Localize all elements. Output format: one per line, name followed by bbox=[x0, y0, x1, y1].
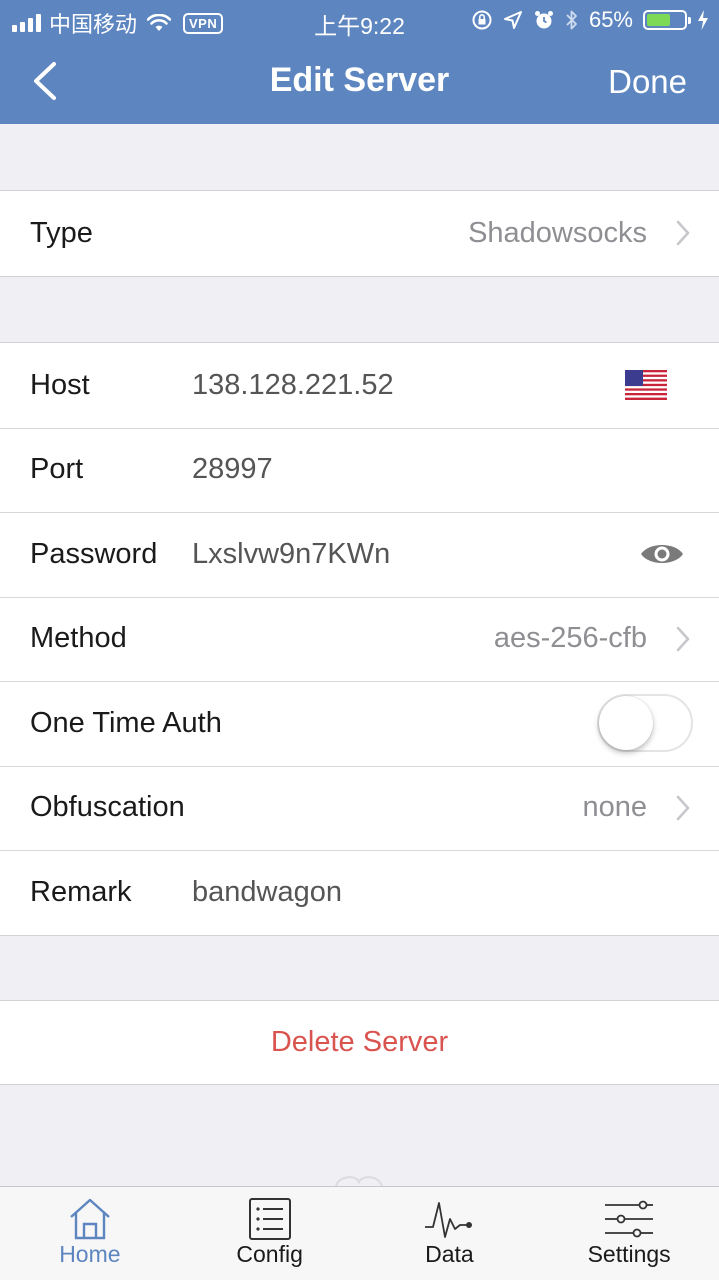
chevron-right-icon bbox=[676, 626, 690, 652]
port-label: Port bbox=[30, 453, 84, 486]
home-icon bbox=[70, 1198, 110, 1240]
us-flag-icon bbox=[625, 370, 667, 401]
chevron-right-icon bbox=[676, 220, 690, 246]
method-label: Method bbox=[30, 622, 127, 655]
rotation-lock-icon bbox=[472, 10, 492, 30]
done-button[interactable]: Done bbox=[608, 60, 687, 104]
eye-icon[interactable] bbox=[639, 539, 685, 569]
remark-label: Remark bbox=[30, 875, 132, 908]
remark-field[interactable]: bandwagon bbox=[192, 876, 342, 909]
alarm-icon bbox=[534, 11, 553, 29]
pulse-chart-icon bbox=[425, 1202, 473, 1238]
remark-row: Remark bandwagon bbox=[0, 850, 719, 935]
one-time-auth-toggle[interactable] bbox=[597, 694, 693, 753]
tab-label: Home bbox=[59, 1241, 121, 1267]
location-arrow-icon bbox=[503, 11, 522, 29]
password-field[interactable]: Lxslvw9n7KWn bbox=[192, 538, 390, 571]
one-time-auth-label: One Time Auth bbox=[30, 706, 222, 739]
tab-settings[interactable]: Settings bbox=[539, 1187, 719, 1280]
obfuscation-value: none bbox=[582, 791, 647, 824]
chevron-right-icon bbox=[676, 795, 690, 821]
host-row: Host 138.128.221.52 bbox=[0, 343, 719, 428]
port-row: Port 28997 bbox=[0, 427, 719, 513]
list-icon bbox=[248, 1198, 291, 1240]
sliders-icon bbox=[605, 1200, 654, 1238]
bluetooth-icon bbox=[566, 10, 577, 30]
navigation-header: 中国移动 VPN 上午9:22 65% Edit Server Done bbox=[0, 0, 719, 124]
method-value: aes-256-cfb bbox=[493, 622, 647, 655]
type-group: Type Shadowsocks bbox=[0, 190, 719, 277]
battery-icon bbox=[643, 10, 691, 30]
tab-label: Config bbox=[236, 1241, 303, 1267]
type-label: Type bbox=[30, 216, 93, 249]
server-details-group: Host 138.128.221.52 Port 28997 Password … bbox=[0, 342, 719, 936]
type-row[interactable]: Type Shadowsocks bbox=[0, 191, 719, 276]
tab-home[interactable]: Home bbox=[0, 1187, 180, 1280]
status-bar: 中国移动 VPN 上午9:22 65% bbox=[0, 0, 719, 40]
one-time-auth-row: One Time Auth bbox=[0, 681, 719, 766]
status-bar-right: 65% bbox=[471, 7, 709, 33]
tab-label: Settings bbox=[587, 1241, 671, 1267]
password-label: Password bbox=[30, 537, 158, 570]
password-row: Password Lxslvw9n7KWn bbox=[0, 512, 719, 597]
host-field[interactable]: 138.128.221.52 bbox=[192, 369, 394, 402]
tab-config[interactable]: Config bbox=[180, 1187, 360, 1280]
toggle-knob bbox=[599, 696, 653, 751]
tab-bar: Home Config Data Settings bbox=[0, 1186, 719, 1280]
port-field[interactable]: 28997 bbox=[192, 453, 273, 486]
host-label: Host bbox=[30, 368, 90, 401]
method-row[interactable]: Method aes-256-cfb bbox=[0, 596, 719, 682]
battery-percent: 65% bbox=[588, 7, 633, 32]
type-value: Shadowsocks bbox=[468, 216, 647, 249]
charging-bolt-icon bbox=[698, 10, 708, 30]
obfuscation-label: Obfuscation bbox=[30, 791, 185, 824]
tab-label: Data bbox=[425, 1241, 474, 1267]
delete-group: Delete Server bbox=[0, 1000, 719, 1085]
delete-server-button[interactable]: Delete Server bbox=[0, 1001, 719, 1084]
tab-data[interactable]: Data bbox=[360, 1187, 540, 1280]
obfuscation-row[interactable]: Obfuscation none bbox=[0, 765, 719, 851]
